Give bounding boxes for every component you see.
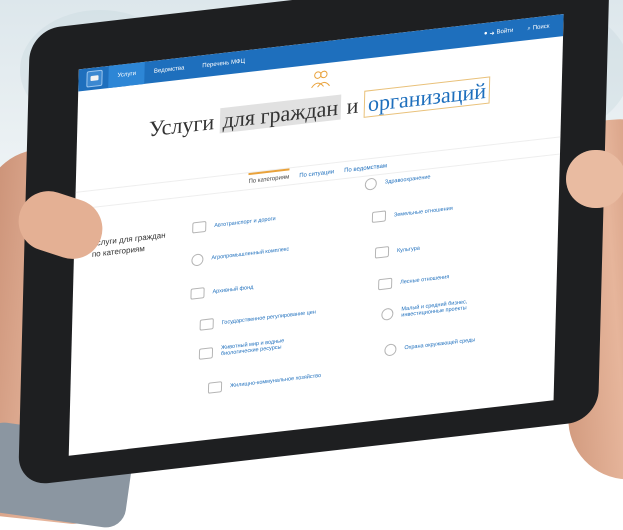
info-icon[interactable]: ●: [484, 31, 488, 37]
tablet: Услуги Ведомства Перечень МФЦ ● ➜ Войти …: [18, 0, 610, 487]
tablet-screen: Услуги Ведомства Перечень МФЦ ● ➜ Войти …: [68, 13, 564, 456]
category-label: Государственное регулирование цен: [221, 308, 316, 326]
people-icon: [310, 70, 330, 89]
category-item[interactable]: Земельные отношения: [371, 203, 453, 223]
handshake-icon: [381, 307, 394, 321]
archive-icon: [190, 287, 205, 300]
search-icon: ⌕: [527, 25, 531, 32]
right-thumb: [566, 150, 623, 208]
category-item[interactable]: Жилищно-коммунальное хозяйство: [207, 370, 322, 394]
title-organizations[interactable]: организаций: [363, 76, 491, 118]
category-label: Жилищно-коммунальное хозяйство: [229, 372, 322, 389]
category-item[interactable]: Здравоохранение: [364, 171, 431, 191]
category-item[interactable]: Животный мир и водные биологические ресу…: [198, 335, 309, 360]
category-label: Земельные отношения: [393, 205, 453, 218]
category-item[interactable]: Охрана окружающей среды: [384, 334, 476, 357]
category-item[interactable]: Лесные отношения: [378, 271, 450, 291]
category-item[interactable]: Культура: [374, 242, 420, 259]
category-item[interactable]: Архивный фонд: [190, 282, 253, 300]
category-label: Лесные отношения: [400, 273, 450, 286]
category-label: Здравоохранение: [384, 174, 431, 186]
category-label: Автотранспорт и дороги: [214, 215, 276, 229]
car-icon: [192, 220, 207, 234]
theater-icon: [374, 246, 390, 259]
building-icon: [207, 381, 223, 394]
title-for-citizens[interactable]: для граждан: [219, 94, 342, 134]
leaf-icon: [384, 343, 397, 357]
category-label: Животный мир и водные биологические ресу…: [220, 338, 285, 358]
category-label: Культура: [396, 244, 420, 254]
sidebar-label: Услуги для граждан по категориям: [91, 230, 166, 260]
heart-icon: [364, 177, 377, 191]
nav-services[interactable]: Услуги: [108, 61, 146, 89]
category-item[interactable]: Автотранспорт и дороги: [192, 213, 276, 234]
search-label: Поиск: [532, 23, 550, 32]
search-link[interactable]: ⌕ Поиск: [527, 23, 549, 33]
login-link[interactable]: ➜ Войти: [489, 27, 513, 37]
title-services: Услуги: [148, 108, 215, 142]
fish-icon: [198, 346, 214, 360]
coat-of-arms-logo[interactable]: [86, 69, 103, 88]
category-item[interactable]: Государственное регулирование цен: [199, 306, 316, 331]
globe-icon: [191, 253, 204, 267]
chart-icon: [199, 318, 214, 331]
category-item[interactable]: Малый и средний бизнес, инвестиционные п…: [381, 296, 491, 321]
category-item[interactable]: Агропромышленный комплекс: [191, 243, 290, 267]
tree-icon: [378, 277, 393, 291]
title-and: и: [346, 92, 359, 119]
login-label: Войти: [496, 27, 514, 36]
category-label: Малый и средний бизнес, инвестиционные п…: [401, 299, 468, 319]
land-icon: [371, 210, 387, 223]
login-icon: ➜: [489, 30, 495, 37]
category-label: Агропромышленный комплекс: [211, 246, 290, 262]
category-label: Охрана окружающей среды: [404, 337, 476, 352]
category-label: Архивный фонд: [212, 284, 254, 295]
